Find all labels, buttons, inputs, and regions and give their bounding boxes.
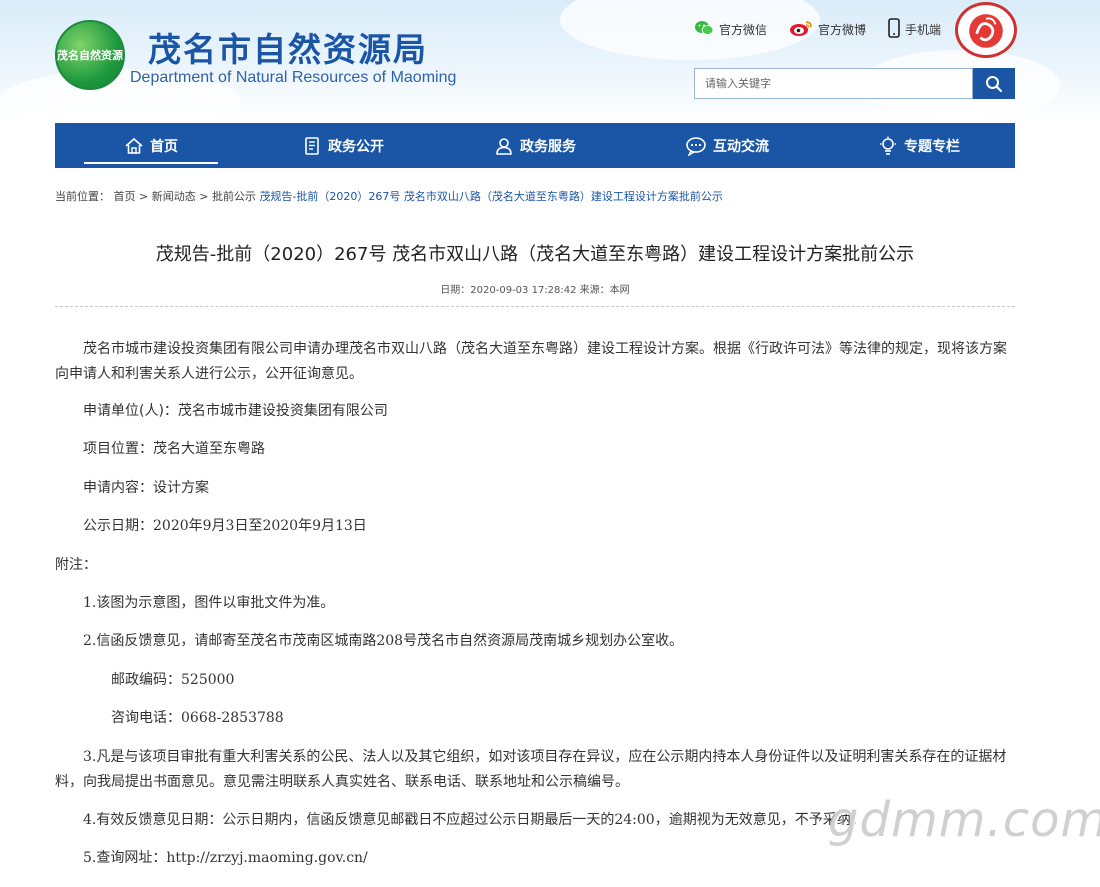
- nav-government-services-label: 政务服务: [520, 138, 576, 155]
- nav-interaction[interactable]: 互动交流: [631, 123, 823, 168]
- paragraph-applicant: 申请单位(人)：茂名市城市建设投资集团有限公司: [83, 403, 388, 419]
- note-4: 4.有效反馈意见日期：公示日期内，信函反馈意见邮戳日不应超过公示日期最后一天的2…: [83, 812, 865, 828]
- nav-special-topics[interactable]: 专题专栏: [823, 123, 1015, 168]
- paragraph-intro: 茂名市城市建设投资集团有限公司申请办理茂名市双山八路（茂名大道至东粤路）建设工程…: [55, 341, 1007, 382]
- weibo-icon: [789, 19, 813, 40]
- official-weibo-link[interactable]: 官方微博: [789, 19, 866, 40]
- official-wechat-link[interactable]: 官方微信: [694, 20, 767, 39]
- search-bar: [694, 68, 1015, 99]
- main-nav: 首页 政务公开 政务服务 互动交流 专题专栏: [55, 123, 1015, 168]
- note-5: 5.查询网址：http://zrzyj.maoming.gov.cn/: [83, 850, 368, 866]
- breadcrumb-news[interactable]: 新闻动态: [152, 190, 196, 203]
- watermark: gdmm.com: [828, 792, 1100, 848]
- phone-number: 咨询电话：0668-2853788: [111, 710, 284, 726]
- chat-icon: [685, 136, 707, 156]
- page: 茂名自然资源 茂名市自然资源局 Department of Natural Re…: [0, 0, 1100, 887]
- breadcrumb-separator: >: [139, 190, 149, 203]
- paragraph-notes-heading: 附注：: [55, 557, 97, 573]
- header: 茂名自然资源 茂名市自然资源局 Department of Natural Re…: [0, 0, 1100, 130]
- mobile-label: 手机端: [905, 22, 942, 37]
- breadcrumb-separator: >: [199, 190, 209, 203]
- article-meta: 日期：2020-09-03 17:28:42 来源：本网: [440, 285, 630, 296]
- breadcrumb-pre-approval[interactable]: 批前公示: [212, 190, 256, 203]
- paragraph-location: 项目位置：茂名大道至东粤路: [83, 441, 265, 457]
- nav-home-label: 首页: [150, 138, 178, 155]
- breadcrumb-current[interactable]: 茂规告-批前（2020）267号 茂名市双山八路（茂名大道至东粤路）建设工程设计…: [259, 190, 722, 203]
- logo-text: 茂名自然资源: [57, 48, 123, 62]
- search-input[interactable]: [694, 68, 973, 99]
- wechat-label: 官方微信: [719, 22, 768, 37]
- wechat-icon: [694, 20, 714, 39]
- top-links: 官方微信 官方微博 手机端: [694, 17, 963, 41]
- postal-code: 邮政编码：525000: [111, 672, 235, 688]
- nav-home[interactable]: 首页: [55, 123, 247, 168]
- search-button[interactable]: [973, 68, 1015, 99]
- site-logo[interactable]: 茂名自然资源: [55, 20, 125, 90]
- article-title: 茂规告-批前（2020）267号 茂名市双山八路（茂名大道至东粤路）建设工程设计…: [155, 244, 915, 265]
- mobile-icon: [888, 17, 900, 41]
- note-1: 1.该图为示意图，图件以审批文件为准。: [83, 595, 335, 611]
- nav-government-affairs[interactable]: 政务公开: [247, 123, 439, 168]
- breadcrumb: 当前位置： 首页 > 新闻动态 > 批前公示 茂规告-批前（2020）267号 …: [55, 188, 723, 204]
- nav-interaction-label: 互动交流: [713, 138, 769, 155]
- nav-government-affairs-label: 政务公开: [328, 138, 384, 155]
- nav-government-services[interactable]: 政务服务: [439, 123, 631, 168]
- emblem-graphic: [969, 14, 1003, 48]
- note-2: 2.信函反馈意见，请邮寄至茂名市茂南区城南路208号茂名市自然资源局茂南城乡规划…: [83, 633, 684, 649]
- breadcrumb-home[interactable]: 首页: [114, 190, 136, 203]
- site-subtitle: Department of Natural Resources of Maomi…: [130, 69, 457, 86]
- city-emblem: [955, 2, 1017, 58]
- note-3: 3.凡是与该项目审批有重大利害关系的公民、法人以及其它组织，如对该项目存在异议，…: [55, 749, 1007, 790]
- paragraph-dates: 公示日期：2020年9月3日至2020年9月13日: [83, 518, 367, 534]
- breadcrumb-prefix: 当前位置：: [55, 190, 110, 203]
- site-title: 茂名市自然资源局: [148, 30, 428, 69]
- divider: [55, 306, 1015, 307]
- lamp-icon: [878, 136, 898, 156]
- document-icon: [302, 136, 322, 156]
- mobile-link[interactable]: 手机端: [888, 17, 942, 41]
- nav-special-topics-label: 专题专栏: [904, 138, 960, 155]
- service-icon: [494, 136, 514, 156]
- search-icon: [986, 75, 1003, 92]
- home-icon: [124, 136, 144, 156]
- paragraph-content: 申请内容：设计方案: [83, 480, 209, 496]
- weibo-label: 官方微博: [818, 22, 867, 37]
